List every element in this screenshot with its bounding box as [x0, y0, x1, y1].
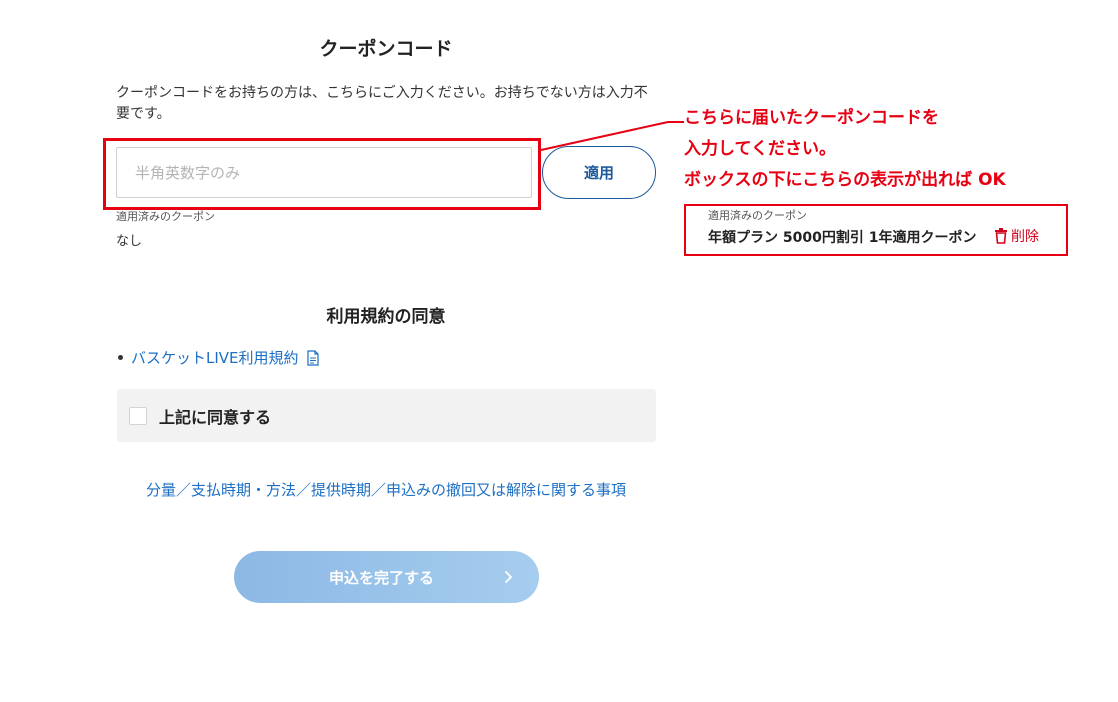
terms-section-title: 利用規約の同意	[326, 307, 446, 327]
legal-details-link[interactable]: 分量／支払時期・方法／提供時期／申込みの撤回又は解除に関する事項	[0, 479, 772, 500]
bullet	[118, 355, 123, 360]
complete-application-button[interactable]: 申込を完了する	[234, 551, 539, 603]
apply-coupon-button[interactable]: 適用	[542, 146, 656, 199]
coupon-description: クーポンコードをお持ちの方は、こちらにご入力ください。お持ちでない方は入力不要で…	[116, 85, 648, 122]
sample-coupon-name: 年額プラン 5000円割引 1年適用クーポン	[708, 230, 977, 246]
submit-label: 申込を完了する	[328, 568, 434, 587]
applied-coupon-label: 適用済みのクーポン	[116, 210, 215, 223]
agree-checkbox[interactable]	[129, 406, 147, 425]
agree-terms-checkbox-row[interactable]: 上記に同意する	[117, 389, 656, 442]
agree-label: 上記に同意する	[159, 407, 272, 427]
delete-coupon-link[interactable]: 削除	[994, 226, 1039, 246]
input-highlight-frame	[103, 138, 541, 210]
callout-line-2: 入力してください。	[684, 139, 836, 159]
trash-icon	[995, 228, 1007, 244]
terms-link-row: バスケットLIVE利用規約	[118, 347, 321, 368]
coupon-section-title: クーポンコード	[319, 38, 453, 60]
applied-coupon-value: なし	[116, 234, 143, 249]
callout-line-3: ボックスの下にこちらの表示が出れば OK	[684, 170, 1006, 190]
callout-line-1: こちらに届いたクーポンコードを	[684, 108, 939, 128]
sample-applied-label: 適用済みのクーポン	[708, 209, 807, 222]
terms-of-service-link[interactable]: バスケットLIVE利用規約	[131, 347, 299, 368]
document-icon[interactable]	[305, 349, 321, 366]
delete-label: 削除	[1011, 229, 1039, 245]
chevron-right-icon	[505, 571, 512, 583]
